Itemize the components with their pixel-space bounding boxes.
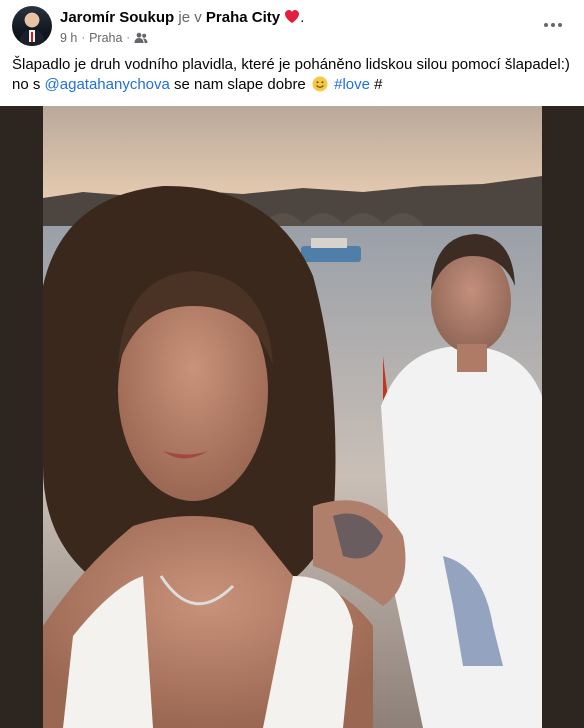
post-time-link[interactable]: 9 h	[60, 30, 77, 46]
post-location-link[interactable]: Praha	[89, 30, 122, 46]
more-options-icon[interactable]	[538, 10, 568, 40]
author-name-link[interactable]: Jaromír Soukup	[60, 9, 174, 26]
is-in-label: je v	[178, 9, 202, 26]
place-link[interactable]: Praha City	[206, 9, 280, 26]
meta-separator: ·	[81, 32, 86, 44]
smiley-emoji-icon	[312, 76, 328, 92]
meta-separator-2: ·	[126, 32, 131, 44]
photo-container	[0, 106, 584, 728]
friends-icon[interactable]	[134, 32, 148, 44]
mention-link[interactable]: @agatahanychova	[45, 76, 170, 93]
title-period: .	[300, 9, 305, 26]
facebook-post: Jaromír Soukup je v Praha City . 9 h · P…	[0, 0, 584, 728]
post-caption: Šlapadlo je druh vodního plavidla, které…	[12, 55, 572, 95]
author-avatar[interactable]	[12, 6, 52, 46]
caption-trailing: #	[369, 76, 383, 93]
caption-text-2: se nam slape dobre	[169, 76, 310, 93]
post-title-line: Jaromír Soukup je v Praha City .	[60, 8, 304, 29]
post-photo[interactable]	[43, 106, 542, 728]
hashtag-love-link[interactable]: #love	[334, 76, 370, 93]
red-heart-icon	[284, 9, 300, 29]
photo-illustration	[43, 106, 542, 728]
post-header: Jaromír Soukup je v Praha City . 9 h · P…	[0, 0, 584, 52]
post-meta: 9 h · Praha ·	[60, 30, 148, 46]
